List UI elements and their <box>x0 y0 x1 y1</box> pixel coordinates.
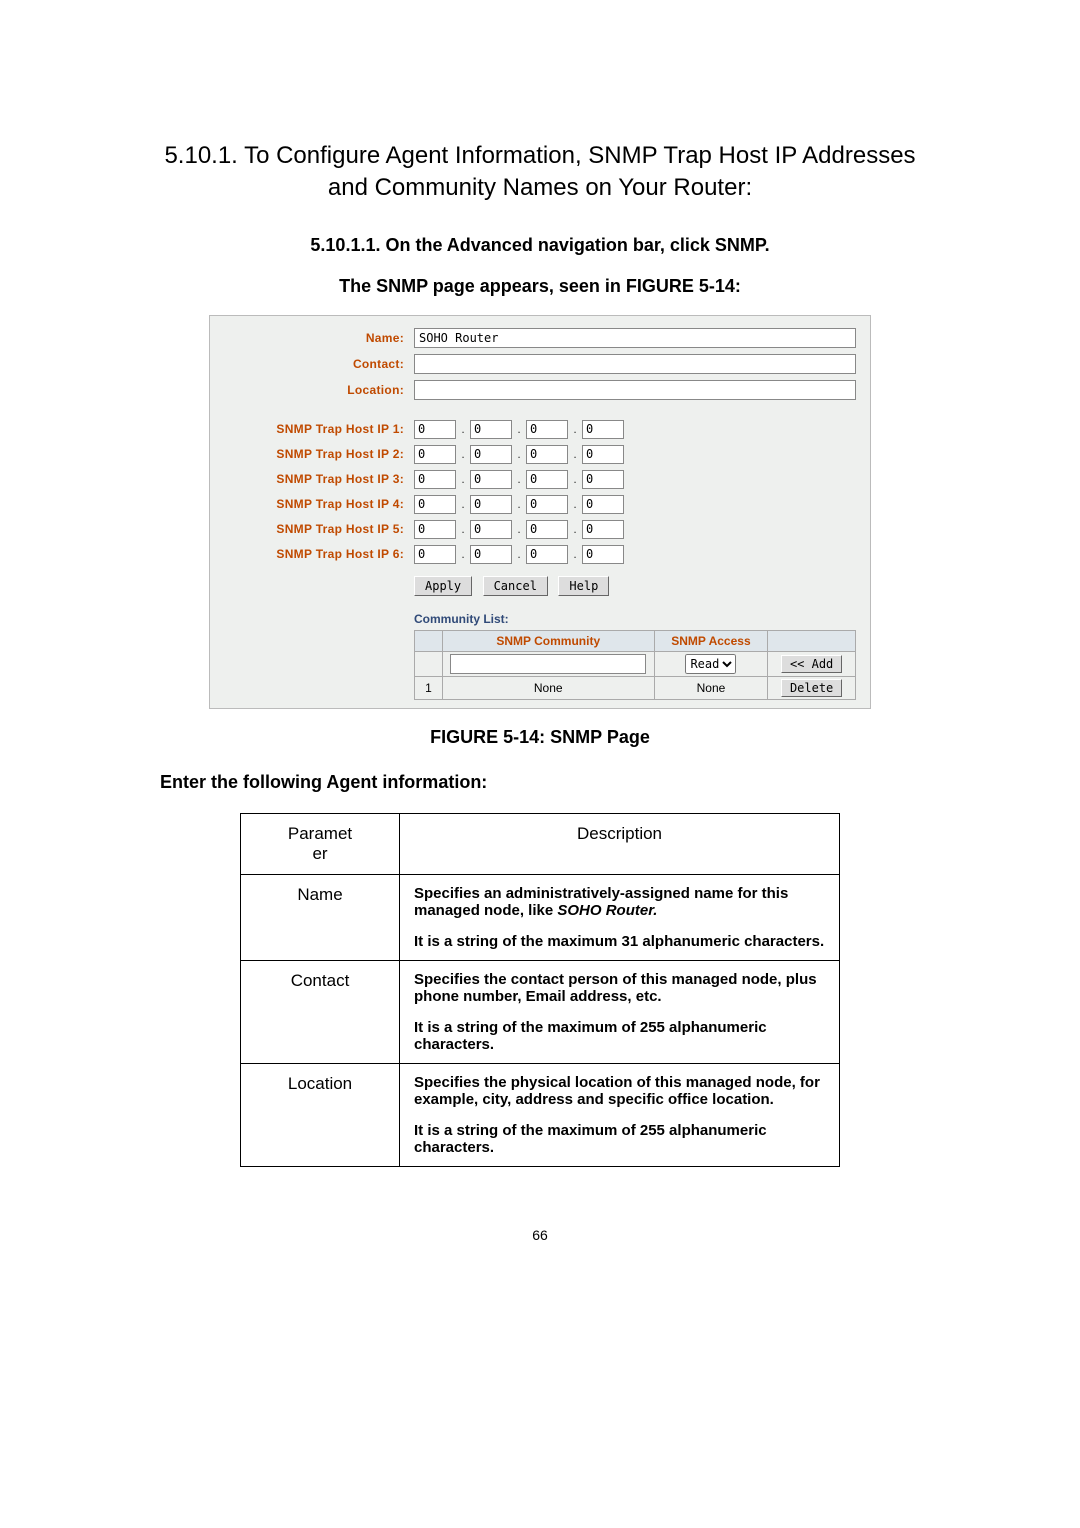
dot-icon: . <box>456 547 470 561</box>
page-number: 66 <box>130 1227 950 1243</box>
action-header <box>768 630 856 651</box>
trap1-label: SNMP Trap Host IP 1: <box>224 422 414 436</box>
dot-icon: . <box>568 472 582 486</box>
community-list-title: Community List: <box>414 612 856 626</box>
trap3-octet4[interactable] <box>582 470 624 489</box>
dot-icon: . <box>568 497 582 511</box>
community-row-access: None <box>654 676 768 699</box>
delete-button[interactable]: Delete <box>781 679 842 697</box>
access-header: SNMP Access <box>654 630 768 651</box>
trap6-octet2[interactable] <box>470 545 512 564</box>
trap2-octet3[interactable] <box>526 445 568 464</box>
contact-label: Contact: <box>224 357 414 371</box>
dot-icon: . <box>568 422 582 436</box>
trap5-octet4[interactable] <box>582 520 624 539</box>
trap5-octet1[interactable] <box>414 520 456 539</box>
param-contact: Contact <box>241 960 400 1063</box>
name-input[interactable] <box>414 328 856 348</box>
access-select[interactable]: Read <box>685 654 736 674</box>
trap5-octet2[interactable] <box>470 520 512 539</box>
contact-input[interactable] <box>414 354 856 374</box>
desc-contact: Specifies the contact person of this man… <box>400 960 840 1063</box>
apply-button[interactable]: Apply <box>414 576 472 596</box>
param-name: Name <box>241 874 400 960</box>
trap6-octet1[interactable] <box>414 545 456 564</box>
dot-icon: . <box>456 497 470 511</box>
dot-icon: . <box>512 522 526 536</box>
dot-icon: . <box>512 422 526 436</box>
trap2-label: SNMP Trap Host IP 2: <box>224 447 414 461</box>
param-header: Parameter <box>241 813 400 874</box>
trap6-octet3[interactable] <box>526 545 568 564</box>
trap2-octet1[interactable] <box>414 445 456 464</box>
figure-caption: FIGURE 5-14: SNMP Page <box>130 727 950 748</box>
trap4-label: SNMP Trap Host IP 4: <box>224 497 414 511</box>
trap5-octet3[interactable] <box>526 520 568 539</box>
trap2-octet2[interactable] <box>470 445 512 464</box>
help-button[interactable]: Help <box>558 576 609 596</box>
name-label: Name: <box>224 331 414 345</box>
cancel-button[interactable]: Cancel <box>483 576 548 596</box>
location-input[interactable] <box>414 380 856 400</box>
community-row-name: None <box>442 676 654 699</box>
community-row-num: 1 <box>415 676 443 699</box>
trap1-octet1[interactable] <box>414 420 456 439</box>
trap6-octet4[interactable] <box>582 545 624 564</box>
desc-name: Specifies an administratively-assigned n… <box>400 874 840 960</box>
trap5-label: SNMP Trap Host IP 5: <box>224 522 414 536</box>
trap2-octet4[interactable] <box>582 445 624 464</box>
community-table: SNMP Community SNMP Access Read << Add <box>414 630 856 700</box>
dot-icon: . <box>456 447 470 461</box>
desc-header: Description <box>400 813 840 874</box>
trap1-octet3[interactable] <box>526 420 568 439</box>
trap3-label: SNMP Trap Host IP 3: <box>224 472 414 486</box>
trap4-octet1[interactable] <box>414 495 456 514</box>
enter-info-heading: Enter the following Agent information: <box>160 772 950 793</box>
trap3-octet1[interactable] <box>414 470 456 489</box>
trap6-label: SNMP Trap Host IP 6: <box>224 547 414 561</box>
document-page: 5.10.1. To Configure Agent Information, … <box>130 0 950 1303</box>
trap1-octet4[interactable] <box>582 420 624 439</box>
trap4-octet2[interactable] <box>470 495 512 514</box>
dot-icon: . <box>456 422 470 436</box>
dot-icon: . <box>512 497 526 511</box>
dot-icon: . <box>512 472 526 486</box>
dot-icon: . <box>456 472 470 486</box>
community-num-header <box>415 630 443 651</box>
desc-location: Specifies the physical location of this … <box>400 1063 840 1166</box>
dot-icon: . <box>512 547 526 561</box>
add-button[interactable]: << Add <box>781 655 842 673</box>
snmp-page-screenshot: Name: Contact: Location: SNMP Trap Host … <box>209 315 871 709</box>
description-table: Parameter Description Name Specifies an … <box>240 813 840 1167</box>
dot-icon: . <box>456 522 470 536</box>
dot-icon: . <box>568 522 582 536</box>
location-label: Location: <box>224 383 414 397</box>
trap1-octet2[interactable] <box>470 420 512 439</box>
step-heading: 5.10.1.1. On the Advanced navigation bar… <box>130 235 950 256</box>
dot-icon: . <box>512 447 526 461</box>
trap4-octet3[interactable] <box>526 495 568 514</box>
dot-icon: . <box>568 447 582 461</box>
trap3-octet2[interactable] <box>470 470 512 489</box>
result-heading: The SNMP page appears, seen in FIGURE 5-… <box>130 276 950 297</box>
param-location: Location <box>241 1063 400 1166</box>
trap3-octet3[interactable] <box>526 470 568 489</box>
dot-icon: . <box>568 547 582 561</box>
trap4-octet4[interactable] <box>582 495 624 514</box>
community-header: SNMP Community <box>442 630 654 651</box>
community-input[interactable] <box>450 654 646 674</box>
section-heading: 5.10.1. To Configure Agent Information, … <box>160 140 920 205</box>
